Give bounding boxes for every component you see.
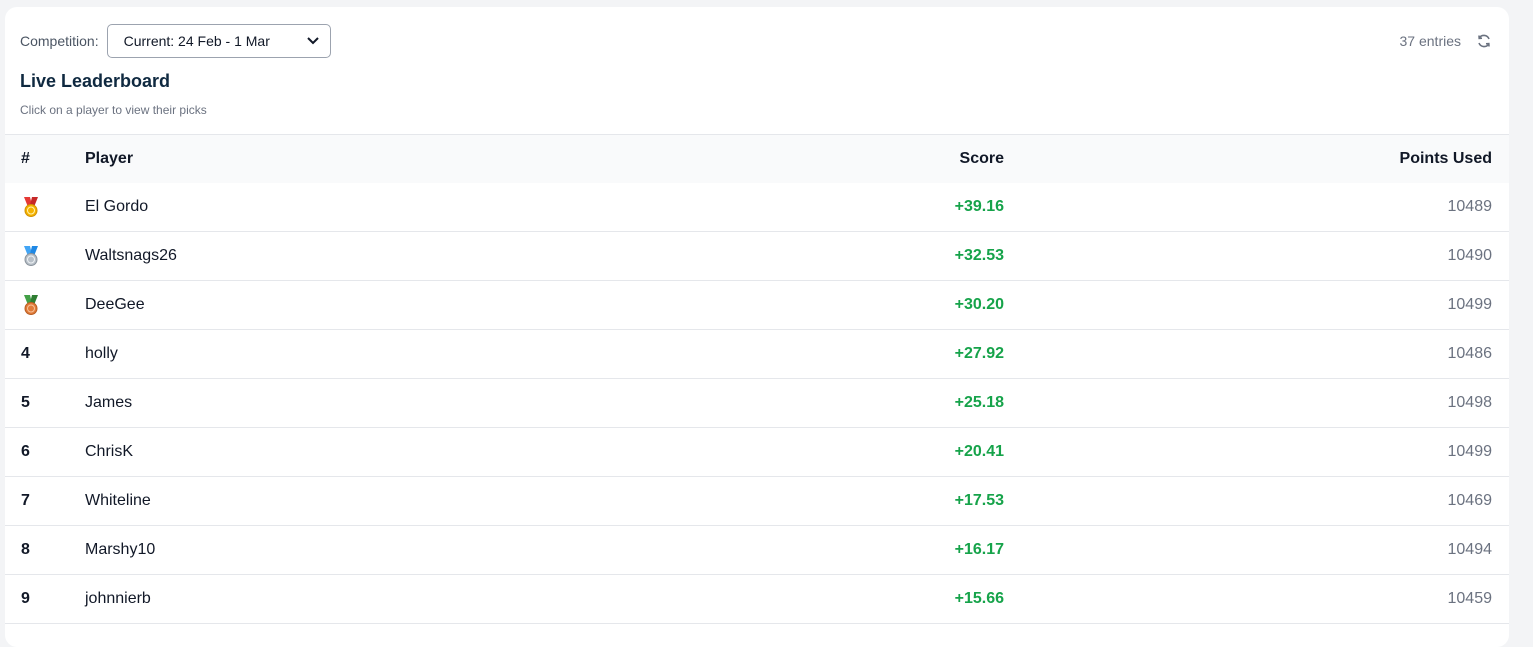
rank-cell: 7 (21, 492, 30, 509)
points-used-value: 10499 (1447, 443, 1493, 460)
points-used-value: 10469 (1447, 492, 1493, 509)
rank-cell (21, 183, 61, 231)
player-name: Marshy10 (85, 541, 156, 558)
player-name: El Gordo (85, 198, 149, 215)
column-header-score: Score (959, 150, 1004, 167)
score-value: +15.66 (954, 590, 1004, 607)
player-name: James (85, 394, 133, 411)
rank-cell: 9 (21, 590, 30, 607)
page-title: Live Leaderboard (20, 71, 171, 91)
table-header: # Player Score Points Used (5, 135, 1509, 183)
player-name: ChrisK (85, 443, 134, 460)
table-row[interactable]: 7 Whiteline +17.53 10469 (5, 477, 1509, 526)
score-value: +27.92 (954, 345, 1004, 362)
rank-cell: 5 (21, 394, 30, 411)
points-used-value: 10499 (1447, 296, 1493, 313)
competition-select-value: Current: 24 Feb - 1 Mar (123, 33, 270, 49)
table-row[interactable]: Waltsnags26 +32.53 10490 (5, 232, 1509, 281)
toolbar: Competition: Current: 24 Feb - 1 Mar 37 … (20, 23, 1493, 59)
score-value: +30.20 (954, 296, 1004, 313)
score-value: +17.53 (954, 492, 1004, 509)
score-value: +39.16 (954, 198, 1004, 215)
player-name: DeeGee (85, 296, 145, 313)
rank-cell (21, 232, 61, 280)
table-row[interactable]: DeeGee +30.20 10499 (5, 281, 1509, 330)
table-row[interactable]: 5 James +25.18 10498 (5, 379, 1509, 428)
table-row[interactable]: El Gordo +39.16 10489 (5, 183, 1509, 232)
leaderboard-card: Competition: Current: 24 Feb - 1 Mar 37 … (5, 7, 1509, 647)
points-used-value: 10494 (1447, 541, 1493, 558)
table-row[interactable]: 6 ChrisK +20.41 10499 (5, 428, 1509, 477)
score-value: +20.41 (954, 443, 1004, 460)
score-value: +25.18 (954, 394, 1004, 411)
points-used-value: 10490 (1447, 247, 1493, 264)
gold-medal-icon (24, 197, 38, 217)
refresh-icon[interactable] (1475, 32, 1493, 50)
score-value: +16.17 (954, 541, 1004, 558)
points-used-value: 10486 (1447, 345, 1493, 362)
player-name: Whiteline (85, 492, 151, 509)
column-header-player: Player (85, 150, 134, 167)
page-subtitle: Click on a player to view their picks (20, 103, 207, 117)
points-used-value: 10498 (1447, 394, 1493, 411)
bronze-medal-icon (24, 295, 38, 315)
leaderboard-table: # Player Score Points Used El Gordo +39.… (5, 134, 1509, 624)
rank-cell (21, 281, 61, 329)
score-value: +32.53 (954, 247, 1004, 264)
player-name: Waltsnags26 (85, 247, 177, 264)
competition-label: Competition: (20, 33, 99, 49)
rank-cell: 8 (21, 541, 30, 558)
table-row[interactable]: 4 holly +27.92 10486 (5, 330, 1509, 379)
rank-cell: 4 (21, 345, 30, 362)
rank-cell: 6 (21, 443, 30, 460)
column-header-points-used: Points Used (1399, 150, 1492, 167)
player-name: holly (85, 345, 118, 362)
entries-count: 37 entries (1399, 33, 1461, 49)
silver-medal-icon (24, 246, 38, 266)
table-row[interactable]: 8 Marshy10 +16.17 10494 (5, 526, 1509, 575)
player-name: johnnierb (85, 590, 151, 607)
table-row[interactable]: 9 johnnierb +15.66 10459 (5, 575, 1509, 624)
competition-select[interactable]: Current: 24 Feb - 1 Mar (106, 24, 331, 58)
chevron-down-icon (306, 34, 320, 48)
points-used-value: 10459 (1447, 590, 1493, 607)
column-header-rank: # (21, 150, 30, 167)
points-used-value: 10489 (1447, 198, 1493, 215)
